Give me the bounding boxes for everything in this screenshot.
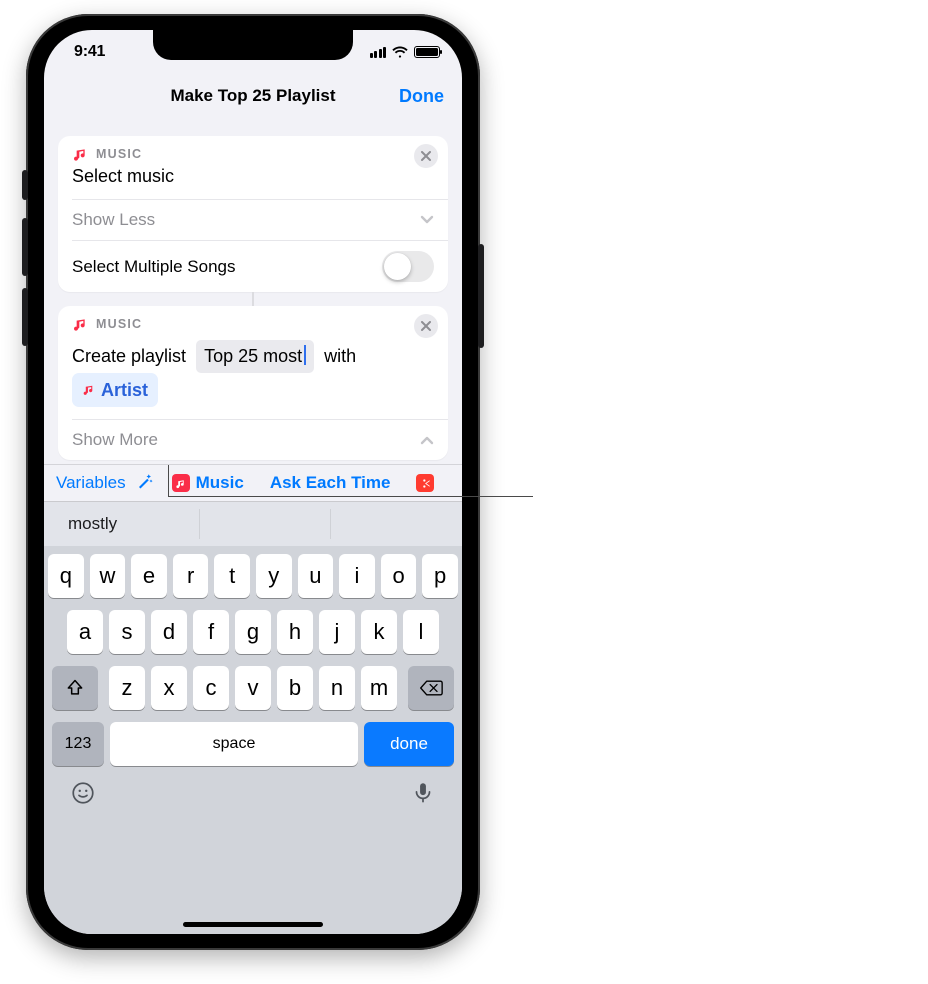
keyboard-footer bbox=[48, 774, 458, 811]
key-row-1: q w e r t y u i o p bbox=[48, 554, 458, 598]
dictation-key[interactable] bbox=[410, 780, 436, 811]
key-o[interactable]: o bbox=[381, 554, 417, 598]
sentence-editor[interactable]: Create playlist Top 25 most with Artist bbox=[58, 334, 448, 419]
sentence-mid: with bbox=[324, 346, 356, 366]
scissors-badge-icon bbox=[416, 474, 434, 492]
keyboard-suggestion-bar: mostly bbox=[44, 502, 462, 546]
flow-connector bbox=[58, 292, 448, 306]
status-icons bbox=[370, 46, 441, 58]
shift-key[interactable] bbox=[52, 666, 98, 710]
done-button[interactable]: Done bbox=[399, 86, 444, 107]
key-e[interactable]: e bbox=[131, 554, 167, 598]
key-z[interactable]: z bbox=[109, 666, 145, 710]
key-m[interactable]: m bbox=[361, 666, 397, 710]
nav-bar: Make Top 25 Playlist Done bbox=[44, 74, 462, 118]
key-row-3: z x c v b n m bbox=[48, 666, 458, 710]
key-f[interactable]: f bbox=[193, 610, 229, 654]
sentence-prefix: Create playlist bbox=[72, 346, 186, 366]
key-d[interactable]: d bbox=[151, 610, 187, 654]
variable-bar[interactable]: Variables Music Ask Each Time bbox=[44, 464, 462, 502]
app-badge: MUSIC bbox=[96, 147, 142, 161]
music-badge-icon bbox=[172, 474, 190, 492]
key-row-2: a s d f g h j k l bbox=[48, 610, 458, 654]
select-multiple-row: Select Multiple Songs bbox=[58, 241, 448, 292]
show-less-label: Show Less bbox=[72, 210, 155, 230]
key-g[interactable]: g bbox=[235, 610, 271, 654]
numbers-key[interactable]: 123 bbox=[52, 722, 104, 766]
show-less-row[interactable]: Show Less bbox=[58, 200, 448, 240]
variable-chip-artist[interactable]: Artist bbox=[72, 373, 158, 408]
cellular-signal-icon bbox=[370, 46, 387, 58]
keyboard-done-key[interactable]: done bbox=[364, 722, 454, 766]
key-s[interactable]: s bbox=[109, 610, 145, 654]
suggestion-2[interactable] bbox=[200, 502, 331, 546]
key-c[interactable]: c bbox=[193, 666, 229, 710]
clipboard-pill[interactable] bbox=[408, 471, 434, 495]
home-indicator[interactable] bbox=[183, 922, 323, 927]
show-more-row[interactable]: Show More bbox=[58, 420, 448, 460]
close-icon[interactable] bbox=[414, 314, 438, 338]
key-w[interactable]: w bbox=[90, 554, 126, 598]
space-key[interactable]: space bbox=[110, 722, 358, 766]
notch bbox=[153, 30, 353, 60]
power-button[interactable] bbox=[478, 244, 484, 348]
action-title: Select music bbox=[58, 164, 448, 199]
key-row-4: 123 space done bbox=[48, 722, 458, 766]
key-k[interactable]: k bbox=[361, 610, 397, 654]
suggestion-1[interactable]: mostly bbox=[44, 502, 199, 546]
action-card-select-music: MUSIC Select music Show Less Select Mult… bbox=[58, 136, 448, 292]
magic-wand-icon[interactable] bbox=[136, 472, 154, 495]
switch-label: Select Multiple Songs bbox=[72, 257, 235, 277]
key-q[interactable]: q bbox=[48, 554, 84, 598]
key-b[interactable]: b bbox=[277, 666, 313, 710]
variables-button[interactable]: Variables bbox=[56, 473, 126, 493]
chevron-down-icon bbox=[420, 212, 434, 228]
chip-label: Artist bbox=[101, 375, 148, 406]
pill-label: Music bbox=[196, 473, 244, 493]
key-y[interactable]: y bbox=[256, 554, 292, 598]
keyboard: q w e r t y u i o p a s d f g h j k l bbox=[44, 546, 462, 934]
select-multiple-switch[interactable] bbox=[382, 251, 434, 282]
backspace-key[interactable] bbox=[408, 666, 454, 710]
key-x[interactable]: x bbox=[151, 666, 187, 710]
key-v[interactable]: v bbox=[235, 666, 271, 710]
action-card-create-playlist: MUSIC Create playlist Top 25 most with A bbox=[58, 306, 448, 460]
playlist-name-field[interactable]: Top 25 most bbox=[196, 340, 314, 373]
screen: 9:41 Make Top 25 Playlist Done bbox=[44, 30, 462, 934]
music-variable-pill[interactable]: Music bbox=[164, 470, 252, 496]
key-r[interactable]: r bbox=[173, 554, 209, 598]
close-icon[interactable] bbox=[414, 144, 438, 168]
volume-down-button[interactable] bbox=[22, 288, 28, 346]
battery-icon bbox=[414, 46, 440, 58]
suggestion-3[interactable] bbox=[331, 502, 462, 546]
key-t[interactable]: t bbox=[214, 554, 250, 598]
pill-label: Ask Each Time bbox=[270, 473, 391, 493]
page-title: Make Top 25 Playlist bbox=[170, 86, 335, 106]
music-note-icon bbox=[82, 383, 95, 396]
wifi-icon bbox=[392, 46, 408, 58]
key-h[interactable]: h bbox=[277, 610, 313, 654]
phone-frame: 9:41 Make Top 25 Playlist Done bbox=[26, 14, 480, 950]
key-n[interactable]: n bbox=[319, 666, 355, 710]
ask-each-time-pill[interactable]: Ask Each Time bbox=[262, 470, 399, 496]
music-app-icon bbox=[72, 316, 88, 332]
status-time: 9:41 bbox=[66, 43, 105, 61]
key-l[interactable]: l bbox=[403, 610, 439, 654]
key-j[interactable]: j bbox=[319, 610, 355, 654]
chevron-up-icon bbox=[420, 432, 434, 448]
key-i[interactable]: i bbox=[339, 554, 375, 598]
key-a[interactable]: a bbox=[67, 610, 103, 654]
emoji-key[interactable] bbox=[70, 780, 96, 811]
app-badge: MUSIC bbox=[96, 317, 142, 331]
mute-switch[interactable] bbox=[22, 170, 28, 200]
key-p[interactable]: p bbox=[422, 554, 458, 598]
music-app-icon bbox=[72, 146, 88, 162]
key-u[interactable]: u bbox=[298, 554, 334, 598]
show-more-label: Show More bbox=[72, 430, 158, 450]
volume-up-button[interactable] bbox=[22, 218, 28, 276]
